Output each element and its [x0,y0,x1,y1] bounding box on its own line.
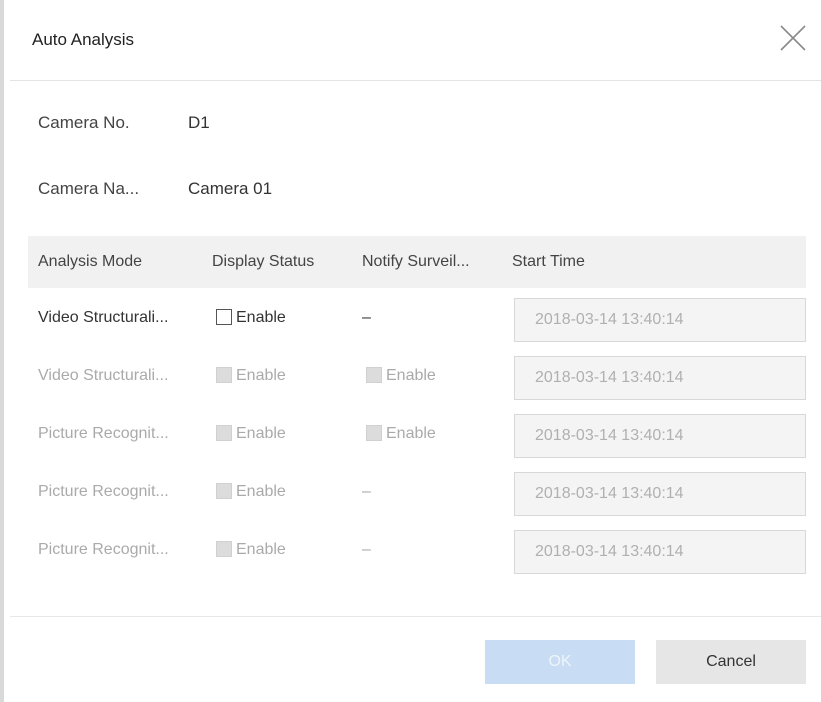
checkbox-icon [216,483,232,499]
ok-button[interactable]: OK [485,640,635,684]
start-time-field[interactable]: 2018-03-14 13:40:14 [514,298,806,342]
display-status-checkbox: Enable [216,541,286,559]
notify-empty-value: – [362,483,371,500]
checkbox-icon [366,425,382,441]
table-row: Picture Recognit... Enable – 2018-03-14 … [28,522,806,580]
notify-surveillance-label: Enable [386,425,436,442]
camera-no-label: Camera No. [38,113,130,132]
display-status-checkbox: Enable [216,425,286,443]
camera-no-value: D1 [188,113,210,132]
checkbox-icon [216,367,232,383]
window-left-edge [0,0,4,702]
notify-empty-value: – [362,541,371,558]
header-start-time: Start Time [512,253,585,270]
notify-empty-value: – [362,309,371,326]
table-row: Video Structurali... Enable – 2018-03-14… [28,290,806,348]
header-analysis-mode: Analysis Mode [38,253,143,270]
notify-surveillance-checkbox: Enable [366,367,436,385]
display-status-label: Enable [236,483,286,500]
checkbox-icon [366,367,382,383]
checkbox-icon [216,309,232,325]
analysis-mode-cell: Picture Recognit... [38,483,169,500]
notify-surveillance-label: Enable [386,367,436,384]
display-status-label: Enable [236,425,286,442]
camera-name-label: Camera Na... [38,179,140,198]
table-row: Video Structurali... Enable Enable 2018-… [28,348,806,406]
cancel-button[interactable]: Cancel [656,640,806,684]
table-header: Analysis Mode Display Status Notify Surv… [28,236,806,288]
analysis-mode-cell: Picture Recognit... [38,425,169,442]
table-row: Picture Recognit... Enable – 2018-03-14 … [28,464,806,522]
start-time-field: 2018-03-14 13:40:14 [514,414,806,458]
display-status-checkbox[interactable]: Enable [216,309,286,327]
table-row: Picture Recognit... Enable Enable 2018-0… [28,406,806,464]
close-icon[interactable] [775,20,811,56]
display-status-label: Enable [236,541,286,558]
camera-name-value: Camera 01 [188,179,273,198]
notify-surveillance-checkbox: Enable [366,425,436,443]
start-time-field: 2018-03-14 13:40:14 [514,530,806,574]
analysis-mode-cell: Picture Recognit... [38,541,169,558]
header-notify-surveillance: Notify Surveil... [362,253,470,270]
dialog-titlebar: Auto Analysis [10,0,821,81]
display-status-checkbox: Enable [216,367,286,385]
display-status-label: Enable [236,309,286,326]
analysis-mode-cell: Video Structurali... [38,367,169,384]
display-status-label: Enable [236,367,286,384]
start-time-field: 2018-03-14 13:40:14 [514,356,806,400]
start-time-field: 2018-03-14 13:40:14 [514,472,806,516]
checkbox-icon [216,425,232,441]
analysis-mode-cell: Video Structurali... [38,309,169,326]
display-status-checkbox: Enable [216,483,286,501]
dialog-title: Auto Analysis [32,30,135,49]
footer-divider [10,616,821,617]
header-display-status: Display Status [212,253,315,270]
checkbox-icon [216,541,232,557]
